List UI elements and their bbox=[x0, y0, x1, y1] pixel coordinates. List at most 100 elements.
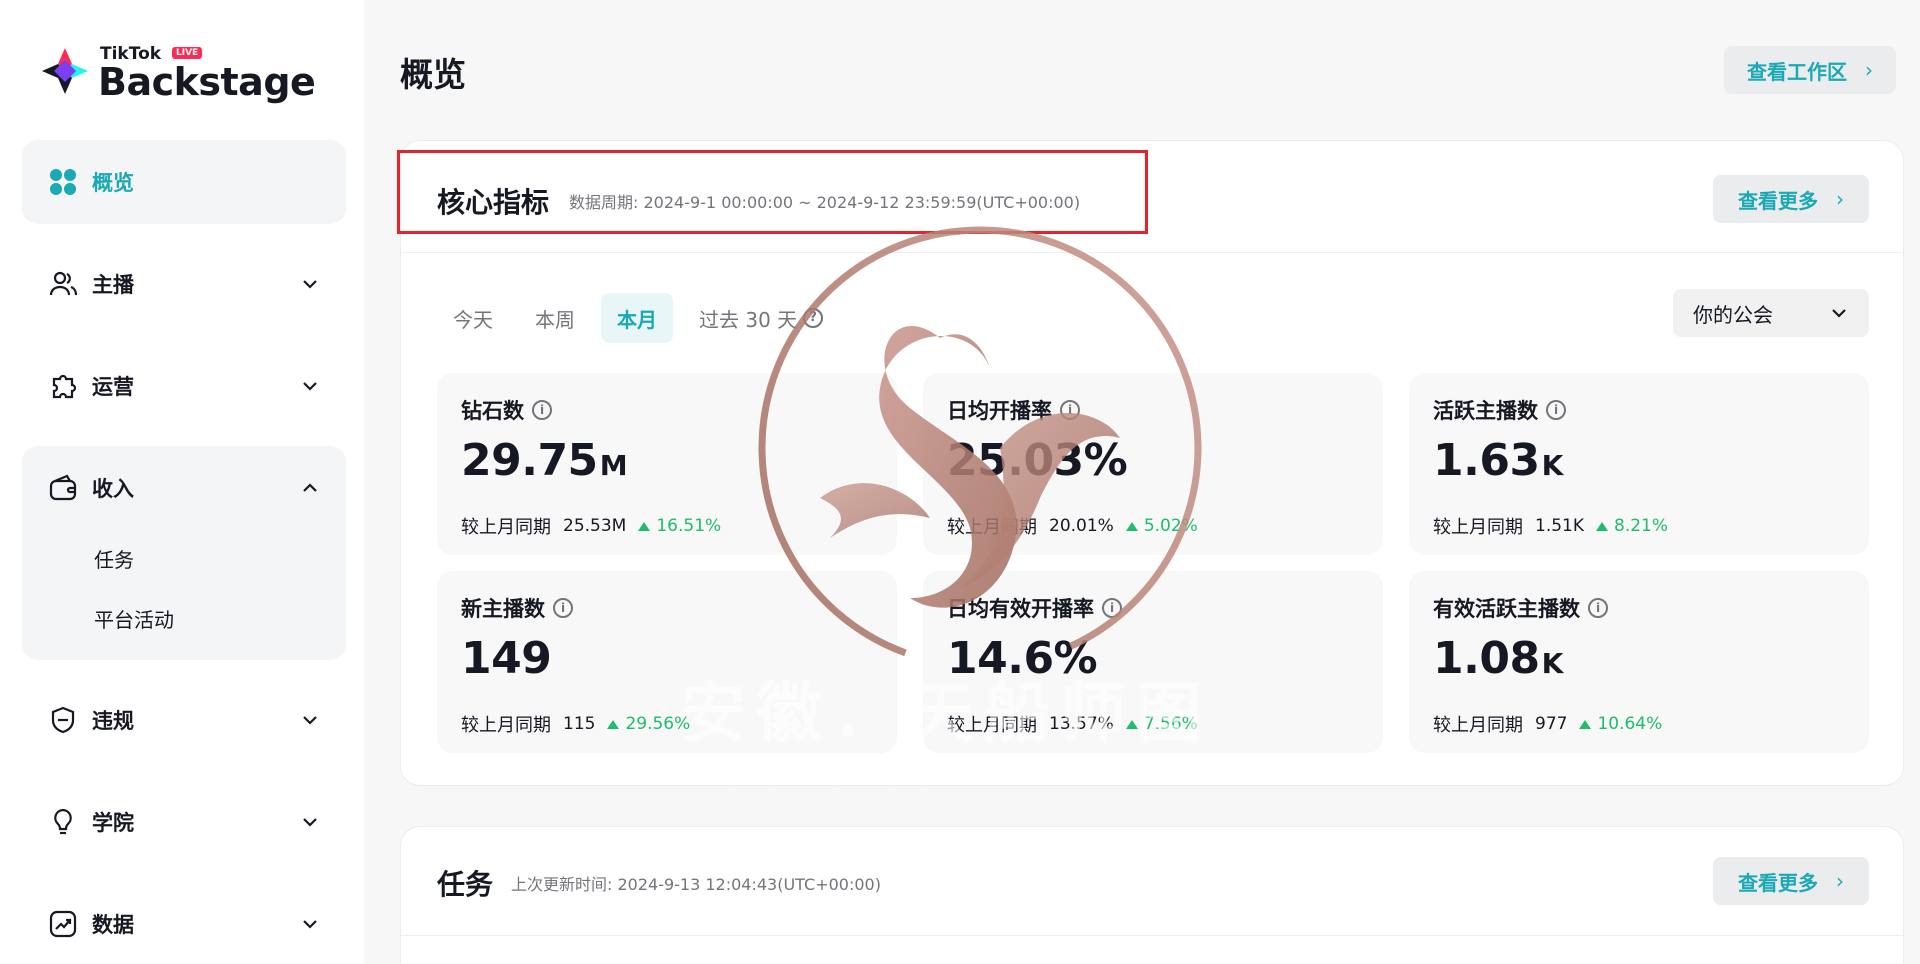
up-arrow-icon bbox=[638, 521, 651, 531]
backstage-wordmark: Backstage bbox=[98, 60, 316, 104]
sidebar-item-income[interactable]: 收入 bbox=[22, 446, 346, 530]
up-arrow-icon bbox=[1579, 719, 1592, 729]
sidebar-item-violations[interactable]: 违规 bbox=[22, 678, 346, 762]
info-icon[interactable]: i bbox=[553, 598, 573, 618]
sidebar-item-data[interactable]: 数据 bbox=[22, 882, 346, 964]
tab-last-30-days[interactable]: 过去 30 天 ? bbox=[683, 293, 839, 343]
tasks-updated-time: 上次更新时间: 2024-9-13 12:04:43(UTC+00:00) bbox=[511, 875, 881, 894]
divider bbox=[401, 935, 1903, 936]
change-up: 29.56% bbox=[607, 714, 690, 734]
watermark-subtext: tianchuan bbox=[728, 750, 974, 794]
sidebar-item-label: 违规 bbox=[92, 709, 134, 733]
tab-this-week[interactable]: 本周 bbox=[519, 293, 591, 343]
change-value: 16.51% bbox=[656, 516, 722, 536]
metric-card[interactable]: 钻石数 i 29.75M 较上月同期 25.53M 16.51% bbox=[437, 373, 897, 555]
up-arrow-icon bbox=[1596, 521, 1608, 531]
metric-card[interactable]: 有效活跃主播数 i 1.08K 较上月同期 977 10.64% bbox=[1409, 571, 1869, 753]
chevron-down-icon bbox=[303, 920, 317, 929]
chevron-down-icon bbox=[1832, 309, 1846, 318]
core-view-more-button[interactable]: 查看更多 › bbox=[1713, 175, 1869, 223]
grid-dots-icon bbox=[48, 167, 78, 197]
previous-value: 1.51K bbox=[1535, 516, 1584, 536]
chevron-right-icon: › bbox=[1836, 187, 1844, 211]
chevron-down-icon bbox=[303, 818, 317, 827]
up-arrow-icon bbox=[1125, 521, 1138, 531]
up-arrow-icon bbox=[607, 719, 620, 729]
chevron-down-icon bbox=[303, 382, 317, 391]
metric-card[interactable]: 日均开播率 i 25.03% 较上月同期 20.01% 5.02% bbox=[923, 373, 1383, 555]
highlight-box bbox=[397, 150, 1148, 234]
compare-label: 较上月同期 bbox=[1433, 715, 1523, 736]
info-icon[interactable]: i bbox=[1546, 400, 1566, 420]
tab-this-month[interactable]: 本月 bbox=[601, 293, 673, 343]
scope-select[interactable]: 你的公会 bbox=[1673, 289, 1869, 337]
sidebar-item-operations[interactable]: 运营 bbox=[22, 344, 346, 428]
change-up: 16.51% bbox=[638, 516, 721, 536]
sidebar-item-academy[interactable]: 学院 bbox=[22, 780, 346, 864]
change-value: 8.21% bbox=[1614, 516, 1669, 536]
chevron-down-icon bbox=[303, 716, 317, 725]
metric-unit: K bbox=[1541, 449, 1564, 482]
metric-label: 新主播数 bbox=[461, 597, 545, 621]
metric-value: 29.75 bbox=[461, 435, 598, 486]
period-tabs: 今天 本周 本月 过去 30 天 ? bbox=[437, 293, 849, 343]
sidebar-item-label: 数据 bbox=[92, 913, 134, 937]
previous-value: 977 bbox=[1535, 714, 1568, 734]
metric-unit: K bbox=[1541, 647, 1564, 680]
view-workspace-button[interactable]: 查看工作区 › bbox=[1724, 46, 1896, 94]
puzzle-icon bbox=[48, 371, 78, 401]
sidebar-item-label: 主播 bbox=[92, 273, 134, 297]
info-icon[interactable]: i bbox=[1102, 598, 1122, 618]
tab-last-30-days-label: 过去 30 天 bbox=[699, 307, 798, 332]
wallet-icon bbox=[48, 473, 78, 503]
compare-label: 较上月同期 bbox=[947, 517, 1037, 538]
previous-value: 25.53M bbox=[563, 516, 627, 536]
metric-label: 活跃主播数 bbox=[1433, 399, 1538, 423]
scope-select-value: 你的公会 bbox=[1693, 302, 1773, 327]
live-badge: LIVE bbox=[172, 47, 203, 59]
view-more-label: 查看更多 bbox=[1738, 870, 1818, 895]
change-up: 8.21% bbox=[1596, 516, 1668, 536]
metric-unit: M bbox=[599, 449, 628, 482]
view-more-label: 查看更多 bbox=[1738, 188, 1818, 213]
sidebar-item-label: 收入 bbox=[92, 477, 134, 501]
metric-label: 有效活跃主播数 bbox=[1433, 597, 1580, 621]
sidebar-subitem-platform-events[interactable]: 平台活动 bbox=[94, 604, 174, 633]
metric-value: 149 bbox=[461, 633, 552, 684]
info-icon[interactable]: i bbox=[1060, 400, 1080, 420]
tasks-card: 任务 上次更新时间: 2024-9-13 12:04:43(UTC+00:00)… bbox=[400, 826, 1904, 964]
metric-label: 日均有效开播率 bbox=[947, 597, 1094, 621]
change-value: 10.64% bbox=[1597, 714, 1663, 734]
metric-value: 1.63 bbox=[1433, 435, 1540, 486]
metric-value: 25.03% bbox=[947, 435, 1128, 486]
backstage-logo[interactable]: TikTok LIVE Backstage bbox=[40, 44, 316, 104]
info-icon[interactable]: i bbox=[1588, 598, 1608, 618]
compare-label: 较上月同期 bbox=[461, 715, 551, 736]
page-title: 概览 bbox=[400, 55, 466, 94]
info-icon[interactable]: i bbox=[532, 400, 552, 420]
sidebar-item-label: 学院 bbox=[92, 811, 134, 835]
shield-icon bbox=[48, 705, 78, 735]
chevron-right-icon: › bbox=[1865, 58, 1873, 82]
change-value: 5.02% bbox=[1143, 516, 1198, 536]
metric-label: 日均开播率 bbox=[947, 399, 1052, 423]
chevron-down-icon bbox=[303, 280, 317, 289]
sidebar-item-hosts[interactable]: 主播 bbox=[22, 242, 346, 326]
tab-today[interactable]: 今天 bbox=[437, 293, 509, 343]
sidebar-item-overview[interactable]: 概览 bbox=[22, 140, 346, 224]
change-up: 5.02% bbox=[1125, 516, 1198, 536]
tasks-view-more-button[interactable]: 查看更多 › bbox=[1713, 857, 1869, 905]
view-workspace-label: 查看工作区 bbox=[1747, 59, 1847, 84]
previous-value: 115 bbox=[563, 714, 596, 734]
sidebar-item-label: 概览 bbox=[92, 171, 134, 195]
metric-label: 钻石数 bbox=[461, 399, 524, 423]
lightbulb-icon bbox=[48, 807, 78, 837]
sidebar-subitem-tasks[interactable]: 任务 bbox=[94, 544, 134, 573]
metric-value: 1.08 bbox=[1433, 633, 1540, 684]
watermark-text: 安徽．天船师图 bbox=[680, 675, 1212, 752]
compare-label: 较上月同期 bbox=[1433, 517, 1523, 538]
help-icon[interactable]: ? bbox=[803, 308, 824, 328]
metric-card[interactable]: 活跃主播数 i 1.63K 较上月同期 1.51K 8.21% bbox=[1409, 373, 1869, 555]
chevron-up-icon bbox=[303, 483, 317, 492]
chevron-right-icon: › bbox=[1836, 869, 1844, 893]
